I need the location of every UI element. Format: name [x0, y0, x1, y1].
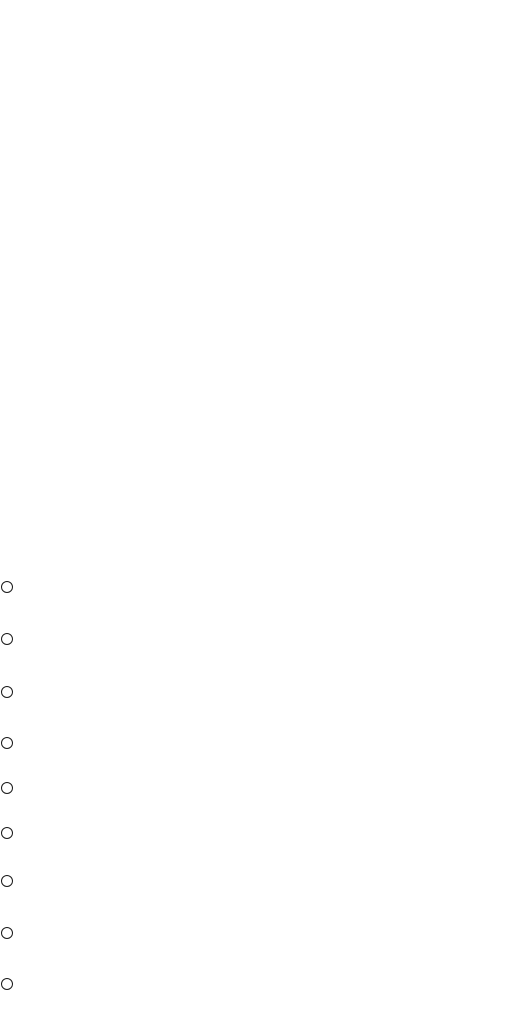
radio-option-9[interactable]: [1, 978, 13, 990]
page: [0, 0, 512, 1024]
radio-option-1[interactable]: [1, 581, 13, 593]
radio-option-list: [0, 0, 512, 1024]
radio-option-2[interactable]: [1, 633, 13, 645]
radio-option-5[interactable]: [1, 782, 13, 794]
radio-option-7[interactable]: [1, 875, 13, 887]
radio-option-8[interactable]: [1, 927, 13, 939]
radio-option-6[interactable]: [1, 827, 13, 839]
radio-option-3[interactable]: [1, 686, 13, 698]
radio-option-4[interactable]: [1, 737, 13, 749]
